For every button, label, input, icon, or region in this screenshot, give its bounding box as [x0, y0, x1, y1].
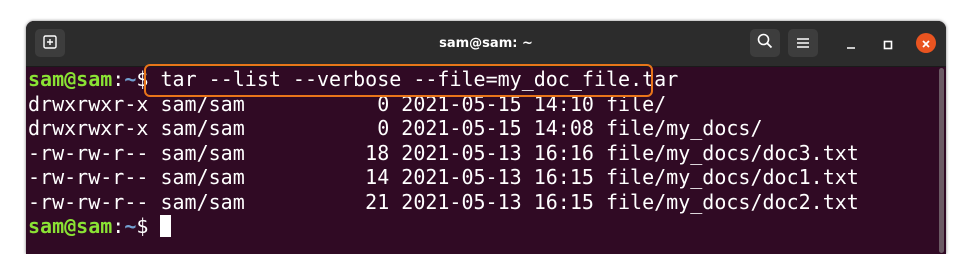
prompt-user: sam@sam — [28, 67, 113, 91]
prompt-path: ~ — [124, 67, 137, 91]
minimize-icon — [846, 35, 856, 54]
command-highlight-box — [144, 64, 653, 97]
hamburger-menu-icon — [796, 34, 810, 53]
prompt-separator: : — [112, 214, 125, 238]
terminal-window: sam@sam: ~ sam@sam:~$ tar --list --verbo… — [26, 21, 946, 254]
minimize-button[interactable] — [841, 34, 861, 54]
output-line: -rw-rw-r-- sam/sam 14 2021-05-13 16:15 f… — [28, 165, 859, 189]
final-prompt-line: sam@sam:~$ — [28, 214, 172, 238]
maximize-button[interactable] — [878, 34, 898, 54]
search-button[interactable] — [750, 29, 780, 57]
scrollbar-thumb[interactable] — [939, 68, 944, 253]
prompt-user: sam@sam — [28, 214, 113, 238]
output-line: -rw-rw-r-- sam/sam 18 2021-05-13 16:16 f… — [28, 140, 859, 165]
title-bar: sam@sam: ~ — [26, 21, 946, 67]
prompt-separator: : — [112, 67, 125, 91]
output-line: -rw-rw-r-- sam/sam 21 2021-05-13 16:15 f… — [28, 189, 859, 214]
close-button[interactable] — [916, 33, 936, 53]
close-icon — [921, 34, 931, 53]
search-icon — [757, 33, 773, 53]
text-cursor — [160, 215, 172, 237]
prompt-symbol: $ — [136, 214, 161, 238]
output-line: drwxrwxr-x sam/sam 0 2021-05-15 14:08 fi… — [28, 116, 763, 140]
maximize-icon — [883, 35, 893, 54]
menu-button[interactable] — [788, 29, 818, 57]
prompt-path: ~ — [124, 214, 137, 238]
